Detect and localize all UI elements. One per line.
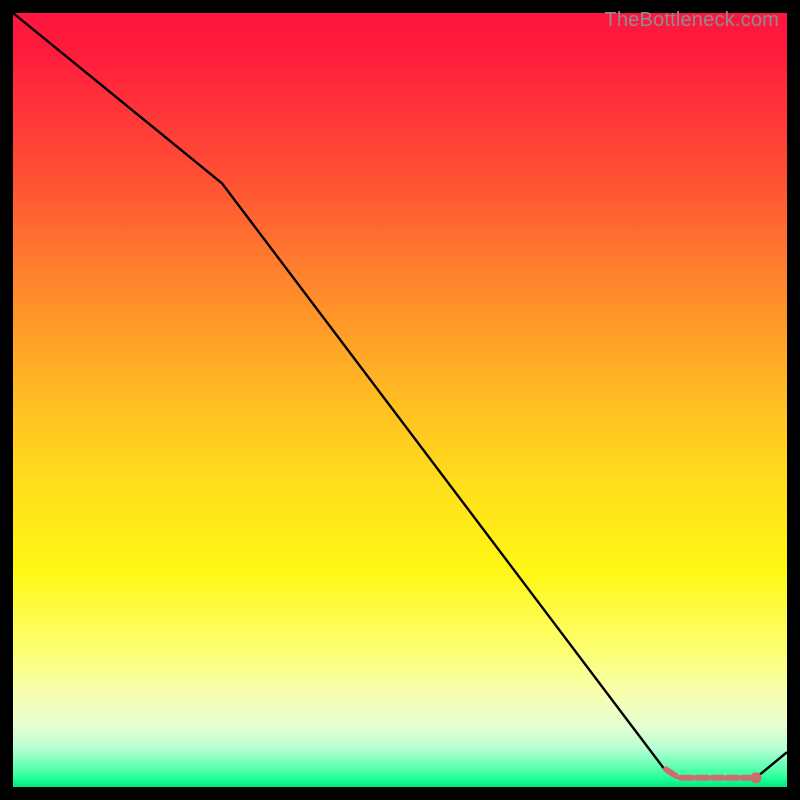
chart-svg	[13, 13, 787, 787]
dash-tick-icon	[666, 769, 676, 776]
watermark-label: TheBottleneck.com	[604, 9, 779, 32]
highlight-dash-segment	[666, 769, 754, 777]
series-end-dot-icon	[751, 772, 762, 783]
chart-frame: TheBottleneck.com	[13, 13, 787, 787]
line-series-curve	[13, 13, 787, 778]
